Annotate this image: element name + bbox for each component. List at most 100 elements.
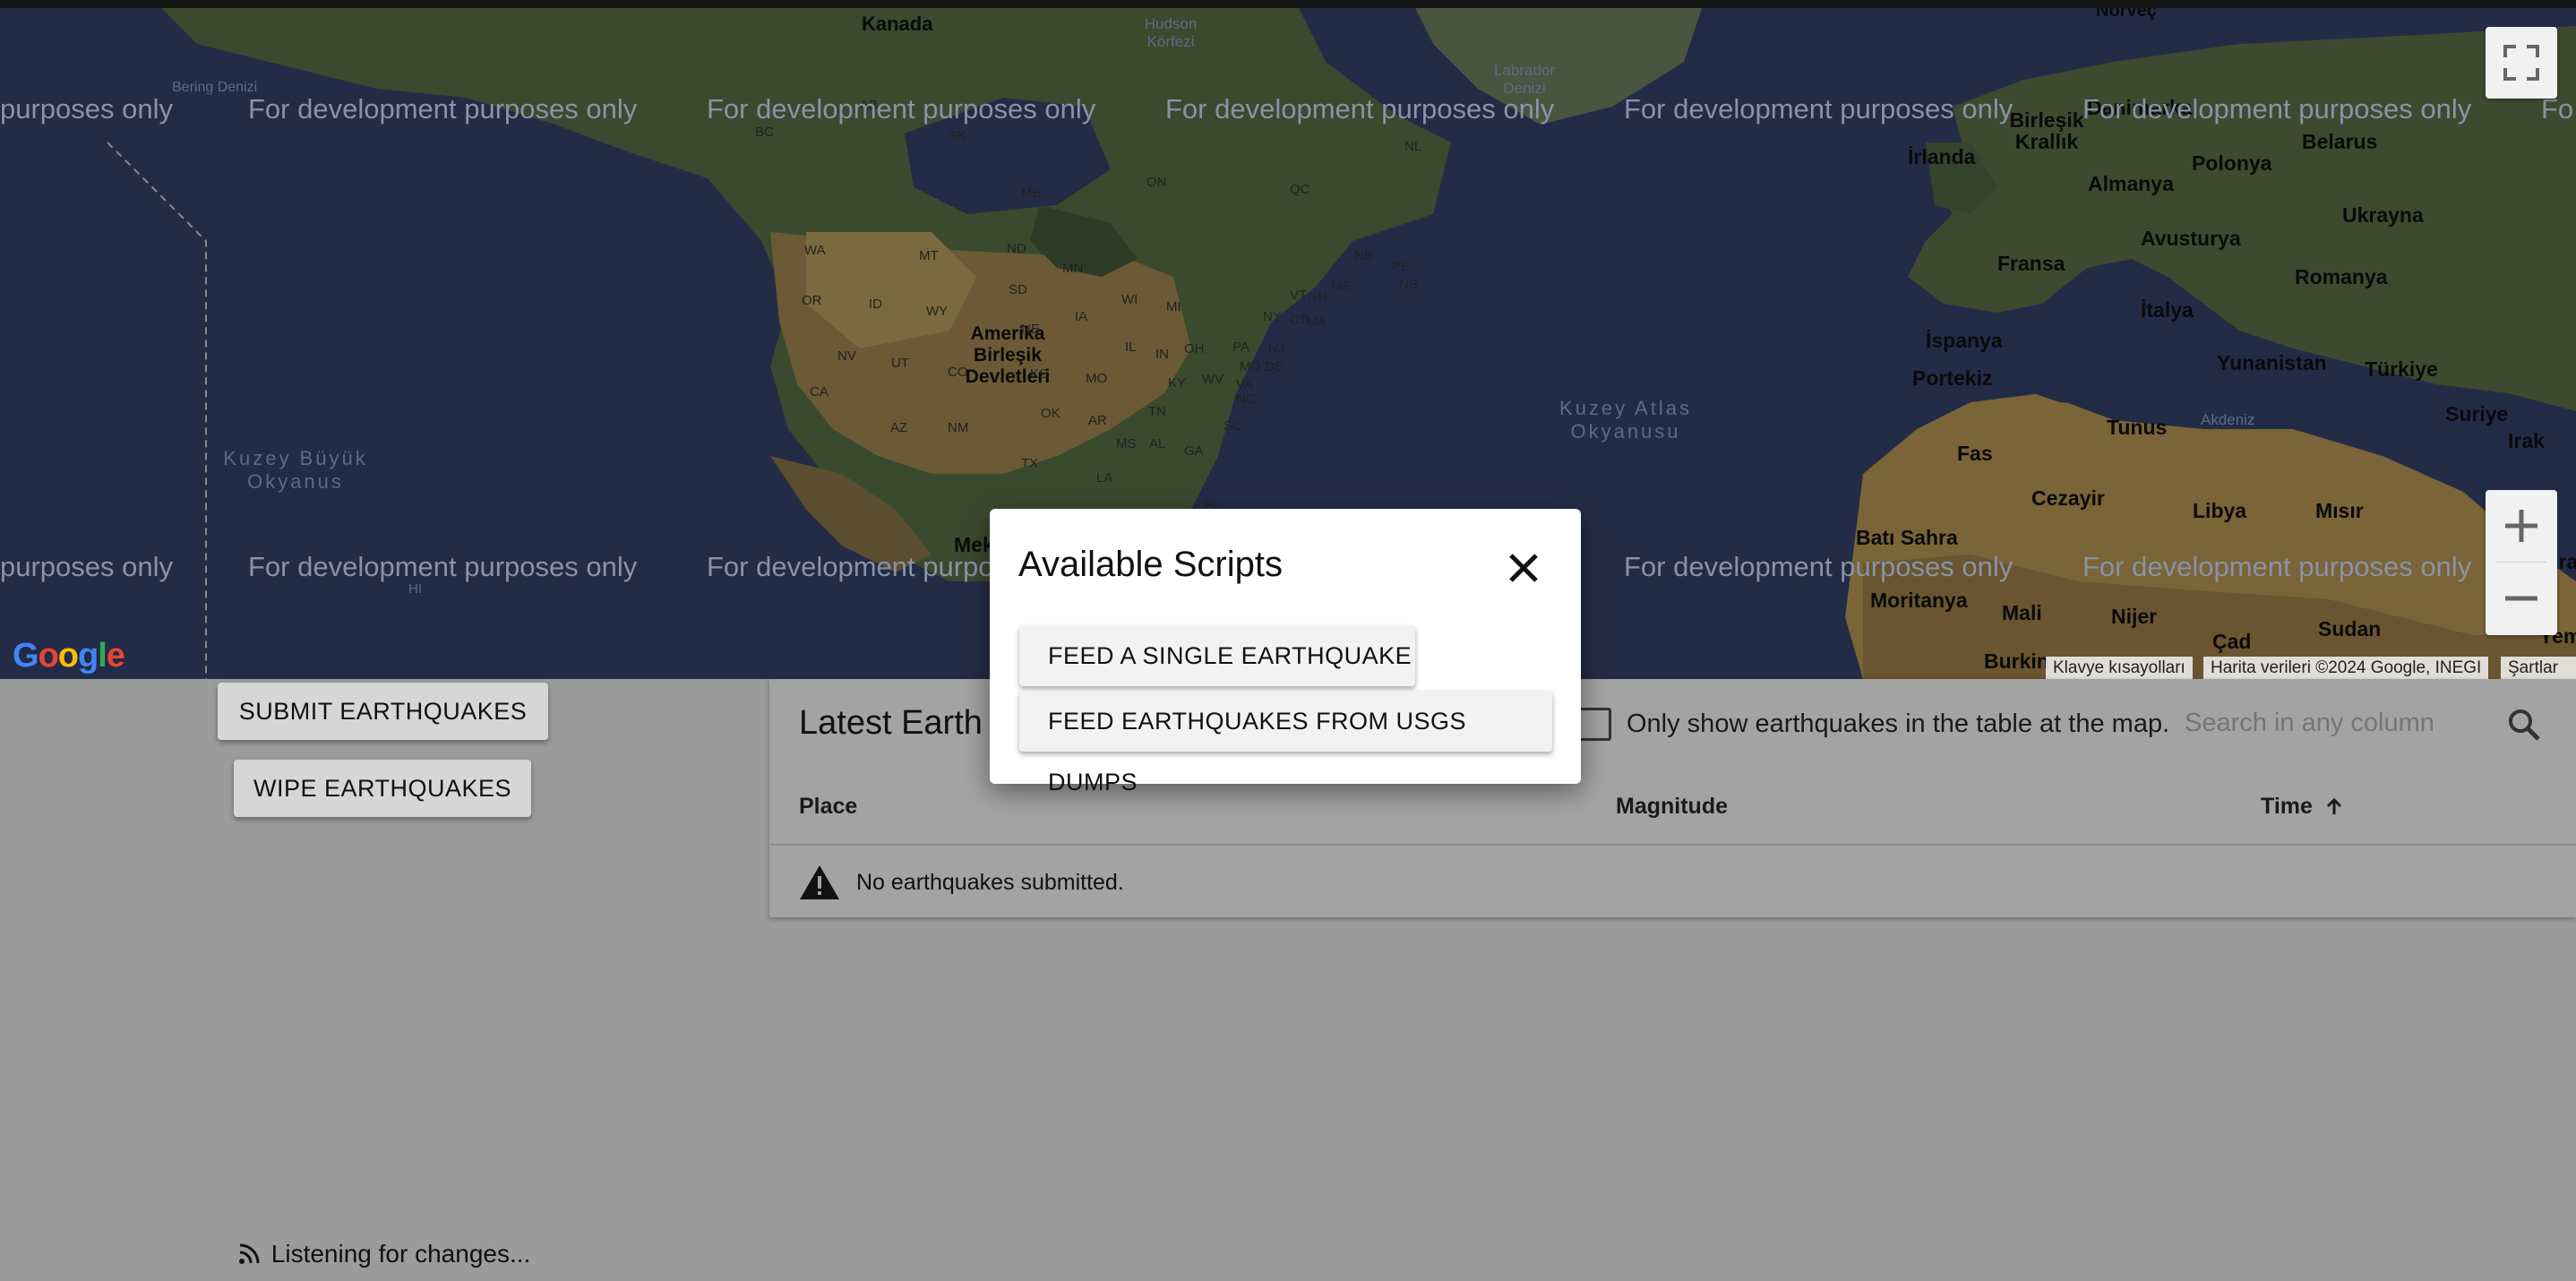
map-state-label: MD — [1240, 359, 1261, 374]
dev-watermark: For development purposes only — [248, 551, 638, 582]
map-state-label: CA — [810, 384, 829, 400]
search-input[interactable] — [2183, 704, 2464, 742]
map-label-ispanya: İspanya — [1926, 329, 2003, 352]
map-label-avusturya: Avusturya — [2141, 227, 2241, 250]
map-state-label: MI — [1166, 299, 1181, 314]
map-state-label: ID — [869, 297, 882, 312]
feed-single-earthquake-button[interactable]: FEED A SINGLE EARTHQUAKE — [1019, 625, 1415, 686]
map-label-hi: HI — [408, 581, 422, 597]
map-state-label: UT — [891, 356, 909, 371]
map-state-label: KY — [1168, 375, 1187, 391]
submit-earthquakes-button[interactable]: SUBMIT EARTHQUAKES — [218, 683, 548, 740]
rss-icon — [239, 1243, 260, 1264]
map-state-label: ON — [1146, 175, 1167, 190]
feed-usgs-dumps-button[interactable]: FEED EARTHQUAKES FROM USGS DUMPS — [1019, 691, 1552, 795]
map-state-label: OK — [1041, 406, 1060, 421]
map-label-fransa: Fransa — [1997, 252, 2065, 275]
map-label-cezayir: Cezayir — [2031, 486, 2105, 510]
map-state-label: IN — [1155, 347, 1169, 362]
dialog-title: Available Scripts — [1018, 545, 1283, 584]
listening-status: Listening for changes... — [270, 1240, 531, 1268]
search-icon[interactable] — [2505, 706, 2543, 744]
map-state-label: NV — [837, 348, 856, 364]
map-data-attribution: Harita verileri ©2024 Google, INEGI — [2203, 657, 2489, 679]
map-state-label: WA — [804, 243, 826, 258]
dev-watermark: purposes only — [0, 551, 174, 582]
dev-watermark: For development purposes only — [2082, 551, 2472, 582]
dev-watermark: For development purposes only — [707, 93, 1096, 125]
keyboard-shortcuts-link[interactable]: Klavye kısayolları — [2046, 657, 2193, 679]
map-label-akdeniz: Akdeniz — [2201, 411, 2255, 428]
map-state-label: NJ — [1268, 341, 1285, 357]
map-label-atlantic: Kuzey Atlas Okyanusu — [1559, 397, 1692, 443]
map-state-label: VA — [1236, 377, 1253, 392]
fullscreen-button[interactable] — [2486, 27, 2557, 99]
map-state-label: VT — [1290, 288, 1308, 303]
map-label-sudan: Sudan — [2318, 617, 2382, 640]
map-label-cad: Çad — [2212, 630, 2252, 653]
terms-link[interactable]: Şartlar — [2501, 657, 2576, 679]
only-map-checkbox[interactable] — [1578, 708, 1611, 741]
dev-watermark: For development purposes only — [2082, 93, 2472, 125]
zoom-in-button[interactable] — [2486, 490, 2557, 563]
map-state-label: MS — [1116, 436, 1137, 451]
table-header-divider — [769, 844, 2576, 846]
map-state-label: GA — [1184, 443, 1204, 459]
dev-watermark: For development purposes only — [1624, 551, 2014, 582]
map-label-mali: Mali — [2002, 601, 2042, 624]
map-state-label: OR — [802, 293, 822, 308]
google-logo[interactable]: Google — [13, 637, 125, 675]
only-map-checkbox-label: Only show earthquakes in the table at th… — [1627, 709, 2170, 738]
map-label-hudson: Hudson Körfezi — [1144, 15, 1198, 50]
map-label-tunus: Tunus — [2107, 416, 2168, 439]
empty-table-message: No earthquakes submitted. — [856, 870, 1124, 895]
map-state-label: NS — [1399, 277, 1418, 292]
map-state-label: BC — [755, 125, 774, 140]
available-scripts-dialog: Available Scripts FEED A SINGLE EARTHQUA… — [990, 509, 1581, 795]
map-label-yunanistan: Yunanistan — [2217, 351, 2327, 374]
map-label-belarus: Belarus — [2302, 130, 2378, 153]
map-state-label: CO — [948, 365, 968, 380]
dev-watermark: For development purposes only — [1624, 93, 2014, 125]
map-state-label: MN — [1062, 261, 1084, 276]
map-state-label: WY — [926, 304, 949, 319]
map-label-norvec: Norveç — [2096, 8, 2157, 21]
map-state-label: NE — [1021, 322, 1040, 337]
map-state-label: NC — [1236, 391, 1256, 407]
map-label-pacific: Kuzey Büyük Okyanus — [223, 447, 368, 493]
fullscreen-icon — [2503, 45, 2539, 81]
map-state-label: TN — [1148, 404, 1166, 419]
column-header-time[interactable]: Time — [2261, 794, 2344, 820]
map-state-label: CT — [1290, 313, 1308, 328]
zoom-control — [2486, 490, 2557, 635]
map-state-label: TX — [1021, 456, 1039, 471]
map-state-label: AL — [1149, 436, 1166, 451]
map-state-label: SK — [948, 128, 966, 143]
map-state-label: ND — [1007, 241, 1026, 256]
map-label-bering: Bering Denizi — [172, 80, 258, 95]
zoom-out-button[interactable] — [2486, 563, 2557, 635]
map-label-kanada: Kanada — [862, 13, 933, 35]
map-state-label: PA — [1232, 340, 1249, 355]
map-label-portekiz: Portekiz — [1912, 366, 1993, 390]
wipe-earthquakes-button[interactable]: WIPE EARTHQUAKES — [234, 760, 531, 817]
dev-watermark: For development purposes only — [248, 93, 638, 125]
top-bar — [0, 0, 2576, 8]
column-header-magnitude[interactable]: Magnitude — [1616, 794, 1728, 820]
map-label-nijer: Nijer — [2111, 605, 2158, 628]
map-state-label: NB — [1354, 248, 1373, 263]
map-state-label: MO — [1086, 371, 1108, 386]
close-icon[interactable] — [1504, 548, 1543, 588]
map-label-polonya: Polonya — [2192, 151, 2272, 175]
map-label-romanya: Romanya — [2295, 265, 2388, 288]
map-state-label: ME — [1331, 279, 1352, 294]
map-label-fas: Fas — [1957, 442, 1993, 465]
map-state-label: IL — [1125, 340, 1137, 355]
map-state-label: KS — [1030, 366, 1049, 382]
map-label-irak: Irak — [2508, 429, 2545, 452]
map-label-misir: Mısır — [2315, 499, 2364, 522]
map-label-burkina: Burkin — [1984, 649, 2049, 673]
map-state-label: PE — [1392, 259, 1411, 274]
column-header-place[interactable]: Place — [799, 794, 857, 820]
map-label-labrador: Labrador Denizi — [1493, 62, 1556, 97]
